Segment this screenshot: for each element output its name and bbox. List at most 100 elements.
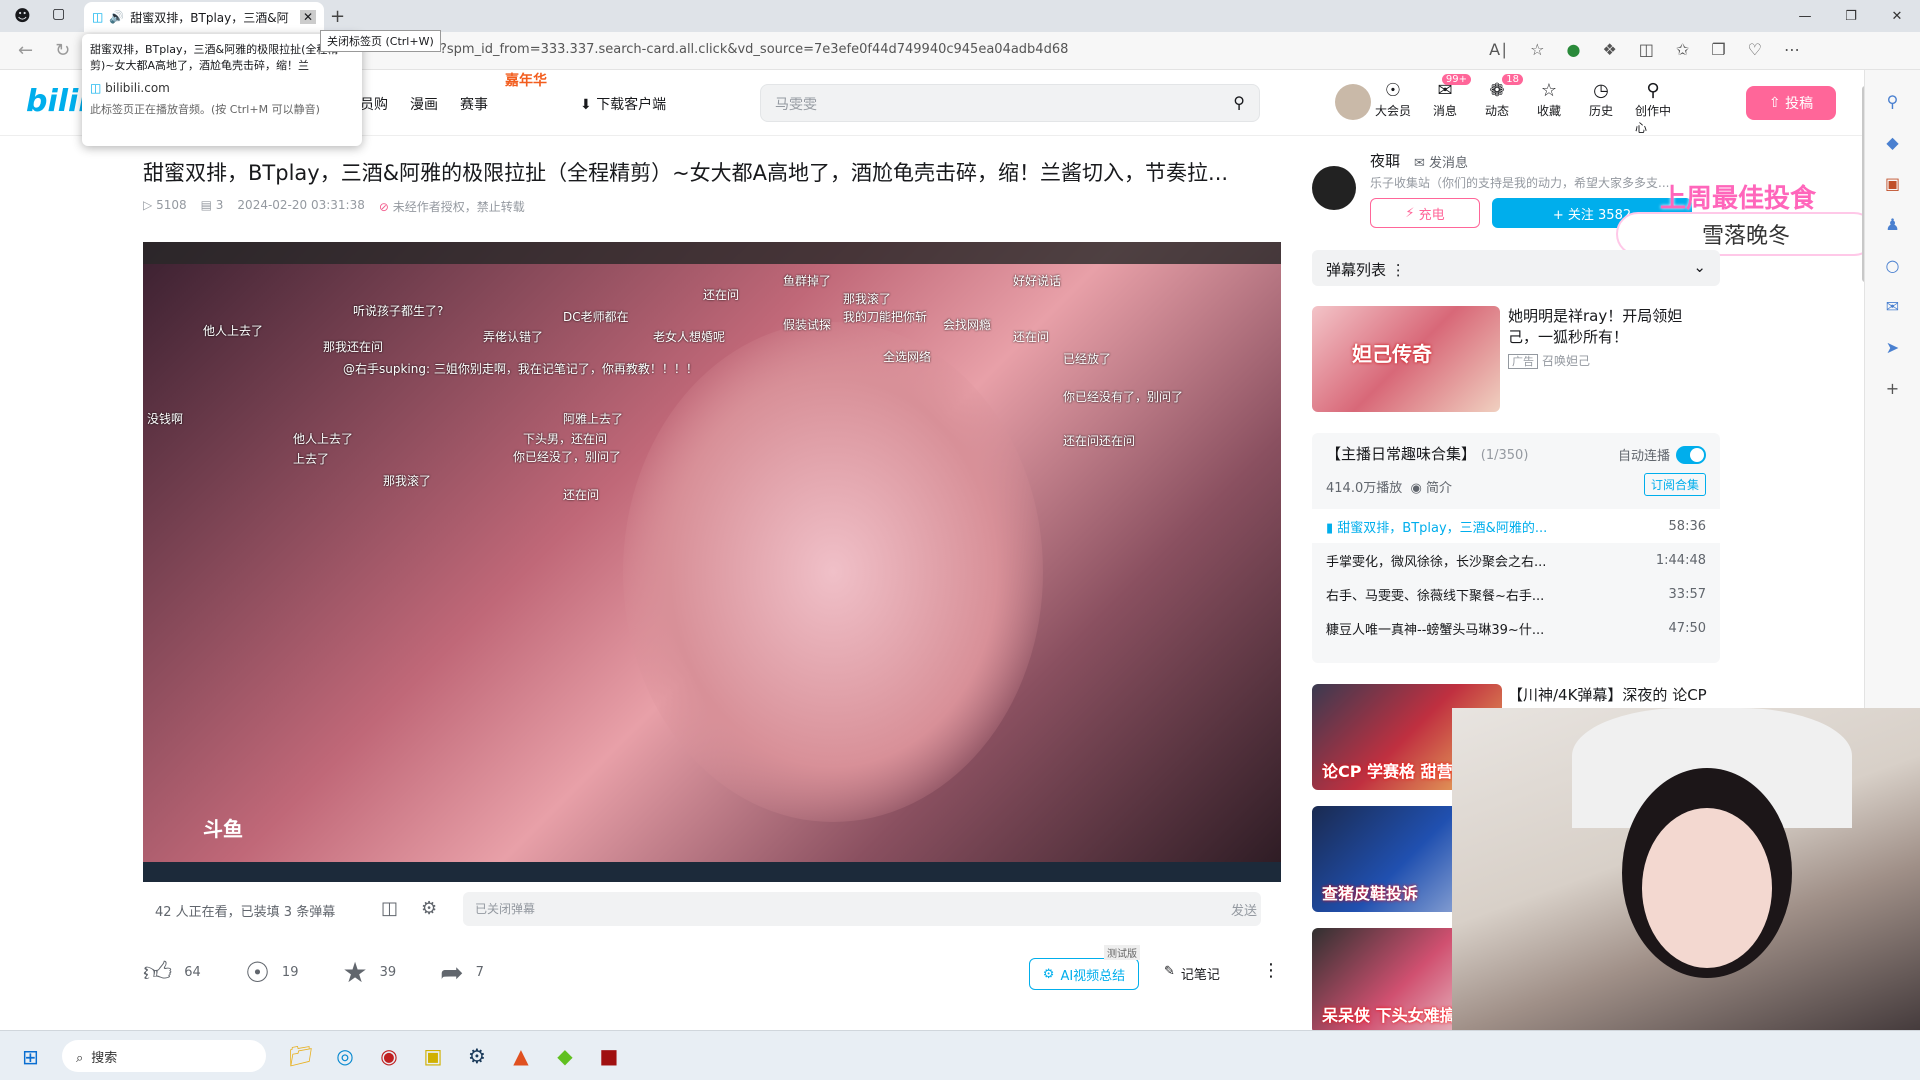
app-icon[interactable]: ◉ (376, 1043, 402, 1069)
tools-icon[interactable]: ▣ (1865, 174, 1920, 193)
favorite-button[interactable]: ★ 39 (342, 956, 396, 989)
ad-card[interactable]: 妲己传奇 她明明是祥ray！开局领妲己，一狐秒所有！ 广告 召唤妲己 (1312, 306, 1732, 414)
more-icon[interactable]: ⋮ (1391, 261, 1406, 279)
list-item[interactable]: 糠豆人唯一真神--螃蟹头马琳39~什... 47:50 (1312, 611, 1720, 645)
read-aloud-icon[interactable]: A∣ (1489, 40, 1508, 59)
profile-icon[interactable]: ☻ (14, 6, 31, 25)
split-screen-icon[interactable]: ◫ (1639, 40, 1654, 59)
nav-item[interactable]: 赛事 (460, 94, 488, 114)
search-icon[interactable]: ⚲ (1233, 93, 1245, 112)
audio-icon[interactable]: 🔊 (109, 10, 124, 24)
refresh-icon[interactable]: ↻ (55, 40, 70, 61)
edge-icon[interactable]: ◎ (332, 1043, 358, 1069)
windows-start-icon[interactable]: ⊞ (22, 1045, 39, 1069)
close-window-icon[interactable]: ✕ (1874, 0, 1920, 32)
search-icon[interactable]: ⚲ (1865, 92, 1920, 111)
bilibili-tab-icon: ◫ (90, 81, 102, 95)
minimize-icon[interactable]: — (1782, 0, 1828, 32)
video-player[interactable]: 听说孩子都生了? 还在问 那我滚了 弄佬认错了 那我还在问 DC老师都在 他人上… (143, 242, 1281, 882)
ai-summary-button[interactable]: ⚙ AI视频总结 测试版 (1029, 945, 1140, 990)
search-placeholder: 马雯雯 (775, 97, 817, 113)
menu-icon[interactable]: ⋯ (1784, 40, 1800, 59)
tab-current[interactable]: ◫ 🔊 甜蜜双排，BTplay，三酒&阿 ✕ (84, 2, 324, 32)
collection-title[interactable]: 【主播日常趣味合集】 (1/350) (1326, 443, 1528, 464)
send-button[interactable]: 发送 (1231, 900, 1257, 919)
collection-plays: 414.0万播放 (1326, 481, 1403, 496)
performance-icon[interactable]: ♡ (1748, 40, 1762, 59)
send-icon[interactable]: ➤ (1865, 338, 1920, 357)
collections-icon[interactable]: ❐ (1711, 40, 1725, 59)
upload-button[interactable]: ⇧ 投稿 (1746, 86, 1836, 120)
puzzle-icon[interactable]: ❖ (1602, 40, 1616, 59)
user-avatar[interactable] (1335, 84, 1371, 120)
danmaku-input[interactable]: 已关闭弹幕 (463, 892, 1261, 926)
app-icon[interactable]: ◆ (552, 1043, 578, 1069)
url-field[interactable]: ?spm_id_from=333.337.search-card.all.cli… (440, 42, 1068, 57)
outlook-icon[interactable]: ✉ (1865, 297, 1920, 316)
item-title: ▮ 甜蜜双排，BTplay，三酒&阿雅的... (1326, 517, 1596, 536)
more-icon[interactable]: ⋮ (1262, 960, 1280, 981)
app-icon[interactable]: ▲ (508, 1043, 534, 1069)
tab-actions-icon[interactable]: ▢ (52, 6, 65, 22)
collection-intro[interactable]: 简介 (1426, 481, 1452, 496)
like-button[interactable]: 👍︎ 64 (143, 955, 201, 989)
new-tab-button[interactable]: + (330, 6, 345, 27)
autoplay-toggle[interactable]: 自动连播 (1618, 445, 1706, 464)
nav-item[interactable]: 漫画 (410, 94, 438, 114)
steam-icon[interactable]: ⚙ (464, 1043, 490, 1069)
games-icon[interactable]: ♟ (1865, 215, 1920, 234)
share-button[interactable]: ➦ 7 (440, 956, 484, 989)
danmaku-text: 全选网络 (883, 350, 932, 364)
header-history[interactable]: ◷ 历史 (1583, 80, 1619, 136)
item-duration: 47:50 (1668, 620, 1706, 636)
ad-thumbnail[interactable]: 妲己传奇 (1312, 306, 1500, 412)
folder-icon[interactable]: 📁︎ (288, 1043, 314, 1069)
favorite-icon[interactable]: ☆ (1530, 40, 1544, 59)
recommend-title[interactable]: 【川神/4K弹幕】深夜的 论CP (1508, 684, 1708, 706)
clock-icon: ◷ (1593, 80, 1609, 101)
festival-banner[interactable]: 嘉年华 (505, 70, 547, 90)
ad-source: 召唤妲己 (1542, 354, 1591, 368)
extension-icon[interactable]: ● (1566, 40, 1580, 59)
windows-taskbar: ⊞ 搜索 📁︎ ◎ ◉ ▣ ⚙ ▲ ◆ ■ (0, 1030, 1920, 1080)
uploader-avatar[interactable] (1312, 166, 1356, 210)
header-favorites[interactable]: ☆ 收藏 (1531, 80, 1567, 136)
mail-icon: ✉ (1414, 156, 1425, 171)
header-message[interactable]: ✉ 99+ 消息 (1427, 74, 1471, 136)
add-icon[interactable]: + (1865, 379, 1920, 398)
header-dynamic[interactable]: ❁ 18 动态 (1479, 74, 1523, 136)
list-item[interactable]: ▮ 甜蜜双排，BTplay，三酒&阿雅的... 58:36 (1312, 509, 1720, 543)
list-item[interactable]: 右手、马雯雯、徐薇线下聚餐~右手... 33:57 (1312, 577, 1720, 611)
chevron-down-icon[interactable]: ⌄ (1693, 258, 1706, 276)
favorites-bar-icon[interactable]: ✩ (1676, 40, 1689, 59)
collection-stats: 414.0万播放 ◉ 简介 (1326, 477, 1452, 496)
header-vip[interactable]: ☉ 大会员 (1375, 80, 1411, 136)
danmaku-text: 我的刀能把你斩 (843, 310, 928, 324)
download-client-link[interactable]: ⬇ 下载客户端 (580, 94, 666, 114)
maximize-icon[interactable]: ❐ (1828, 0, 1874, 32)
list-item[interactable]: 手掌雯化，微风徐徐，长沙聚会之右... 1:44:48 (1312, 543, 1720, 577)
nav-item[interactable]: 员购 (360, 94, 388, 114)
charge-button[interactable]: ⚡︎ 充电 (1370, 198, 1480, 228)
send-message-link[interactable]: ✉ 发消息 (1414, 152, 1468, 171)
copilot-icon[interactable]: ◆ (1865, 133, 1920, 152)
autoplay-switch[interactable] (1676, 445, 1706, 464)
danmaku-toggle-icon[interactable]: ◫ (381, 898, 398, 919)
taskbar-search[interactable]: 搜索 (62, 1040, 266, 1072)
ad-title[interactable]: 她明明是祥ray！开局领妲己，一狐秒所有！ (1508, 306, 1708, 348)
back-icon[interactable]: ← (18, 40, 33, 61)
header-creator[interactable]: ⚲ 创作中心 (1635, 80, 1671, 136)
office-icon[interactable]: ○ (1865, 256, 1920, 275)
search-input[interactable]: 马雯雯 ⚲ (760, 84, 1260, 122)
danmaku-settings-icon[interactable]: ⚙ (421, 898, 437, 919)
app-icon[interactable]: ■ (596, 1043, 622, 1069)
close-tab-icon[interactable]: ✕ (299, 10, 316, 24)
coin-button[interactable]: ☉ 19 (245, 956, 299, 989)
app-icon[interactable]: ▣ (420, 1043, 446, 1069)
danmaku-list-panel[interactable]: 弹幕列表 ⋮ ⌄ (1312, 250, 1720, 286)
notes-button[interactable]: ✎ 记笔记 (1164, 964, 1220, 983)
uploader-name[interactable]: 夜聑 (1370, 150, 1400, 171)
favorite-count: 39 (379, 964, 397, 980)
header-icon-label: 动态 (1484, 104, 1509, 118)
subscribe-collection-button[interactable]: 订阅合集 (1643, 473, 1706, 496)
